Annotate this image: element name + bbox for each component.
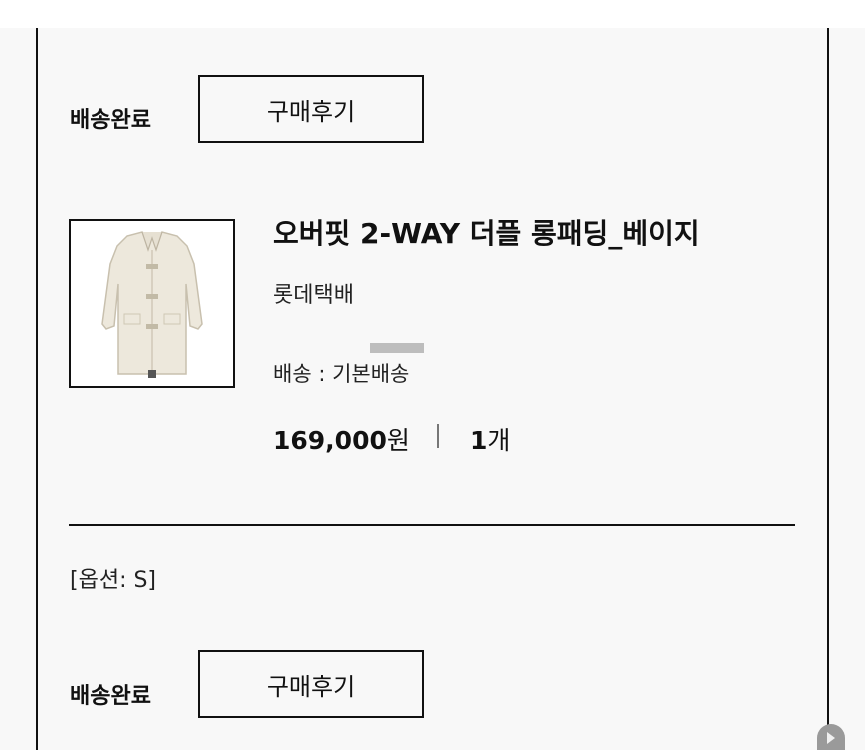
product-thumbnail[interactable] [69,219,235,388]
price-quantity-divider [437,424,439,448]
selected-option: [옵션: S] [70,568,157,593]
section-divider [69,524,795,526]
price-unit: 원 [386,426,410,455]
product-quantity: 1개 [470,421,510,457]
shipping-method: 배송 : 기본배송 [273,362,410,386]
product-name[interactable]: 오버핏 2-WAY 더플 롱패딩_베이지 [273,212,700,252]
coat-image-icon [101,230,203,378]
quantity-value: 1 [470,426,488,455]
quantity-unit: 개 [487,426,511,455]
delivery-carrier: 롯데택배 [273,283,354,308]
price-value: 169,000 [273,426,387,455]
card-border-right [827,28,829,750]
scroll-handle[interactable] [817,724,845,750]
watermark-bar [370,343,424,353]
write-review-button-bottom[interactable]: 구매후기 [198,650,424,718]
card-border-left [36,28,38,750]
product-price: 169,000원 [273,421,410,457]
delivery-status-bottom: 배송완료 [70,684,151,709]
delivery-status-top: 배송완료 [70,108,151,133]
top-strip [0,0,865,28]
play-arrow-icon [827,732,835,744]
write-review-button-top[interactable]: 구매후기 [198,75,424,143]
